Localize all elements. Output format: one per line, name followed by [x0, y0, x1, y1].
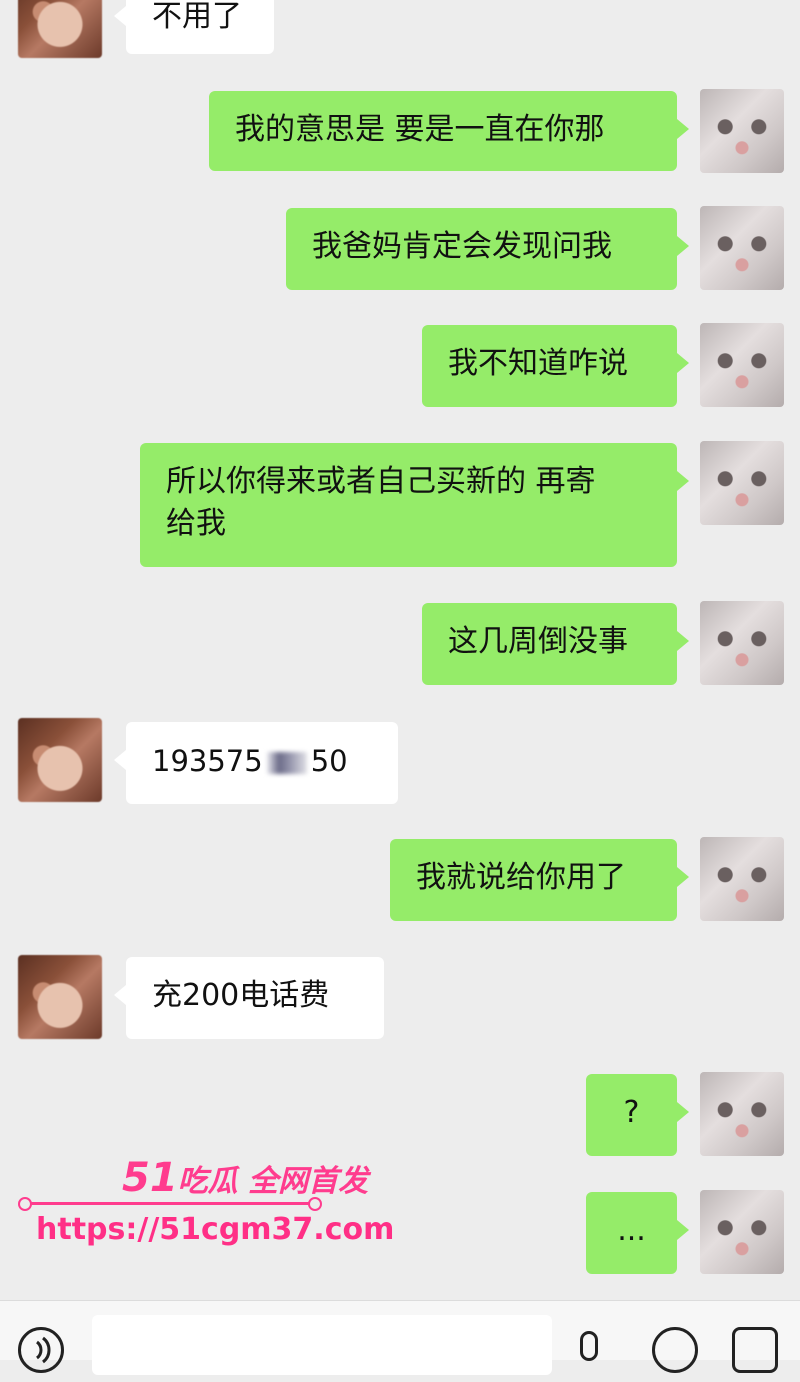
- my-avatar[interactable]: [700, 837, 784, 921]
- my-avatar[interactable]: [700, 323, 784, 407]
- redaction-mask: [266, 752, 307, 774]
- contact-avatar[interactable]: [18, 718, 102, 802]
- message-text: 我就说给你用了: [416, 860, 626, 895]
- sent-message-bubble[interactable]: 我的意思是 要是一直在你那: [209, 91, 689, 171]
- received-message-bubble[interactable]: 充200电话费: [114, 957, 384, 1039]
- sent-message-bubble[interactable]: 我爸妈肯定会发现问我: [286, 208, 689, 290]
- message-text-end: 50: [310, 744, 348, 778]
- watermark-number: 51: [122, 1155, 178, 1201]
- emoji-icon[interactable]: [652, 1327, 698, 1373]
- message-text: 我不知道咋说: [448, 346, 628, 381]
- mic-icon[interactable]: [580, 1331, 598, 1361]
- message-text-start: 193575: [152, 744, 263, 778]
- received-message-bubble[interactable]: 不用了: [114, 0, 274, 54]
- contact-avatar[interactable]: [18, 955, 102, 1039]
- message-text-line-2: 给我: [166, 506, 226, 541]
- voice-icon-glyph: [35, 1336, 51, 1364]
- my-avatar[interactable]: [700, 206, 784, 290]
- sent-message-bubble[interactable]: ...: [586, 1192, 689, 1274]
- message-text: ...: [617, 1213, 646, 1248]
- contact-avatar[interactable]: [18, 0, 102, 58]
- my-avatar[interactable]: [700, 601, 784, 685]
- message-text-line-1: 所以你得来或者自己买新的 再寄: [166, 464, 596, 499]
- my-avatar[interactable]: [700, 1072, 784, 1156]
- watermark-brand: 51吃瓜 全网首发: [122, 1158, 368, 1202]
- watermark-url: https://51cgm37.com: [36, 1212, 395, 1247]
- my-avatar[interactable]: [700, 89, 784, 173]
- watermark: 51吃瓜 全网首发 https://51cgm37.com: [18, 1158, 394, 1258]
- sent-message-bubble[interactable]: ?: [586, 1074, 689, 1156]
- message-text: 我爸妈肯定会发现问我: [312, 229, 612, 264]
- my-avatar[interactable]: [700, 441, 784, 525]
- message-text: 不用了: [152, 0, 242, 34]
- message-text: 这几周倒没事: [448, 624, 628, 659]
- watermark-dot: [18, 1197, 32, 1211]
- sent-message-bubble[interactable]: 我就说给你用了: [390, 839, 689, 921]
- received-message-bubble[interactable]: 193575 50: [114, 722, 398, 804]
- watermark-brand-text: 吃瓜 全网首发: [177, 1164, 369, 1199]
- sent-message-bubble[interactable]: 所以你得来或者自己买新的 再寄 给我: [140, 443, 689, 567]
- my-avatar[interactable]: [700, 1190, 784, 1274]
- watermark-line: [22, 1202, 312, 1205]
- watermark-dot: [308, 1197, 322, 1211]
- message-text: 我的意思是 要是一直在你那: [235, 112, 605, 147]
- more-icon[interactable]: [732, 1327, 778, 1373]
- input-bar: [0, 1300, 800, 1375]
- voice-icon[interactable]: [18, 1327, 64, 1373]
- message-text: ?: [623, 1095, 640, 1130]
- sent-message-bubble[interactable]: 这几周倒没事: [422, 603, 689, 685]
- chat-area[interactable]: 不用了 我的意思是 要是一直在你那 我爸妈肯定会发现问我 我不知道咋说 所以你得…: [0, 0, 800, 1300]
- message-text: 充200电话费: [152, 978, 330, 1013]
- message-input[interactable]: [92, 1315, 552, 1375]
- sent-message-bubble[interactable]: 我不知道咋说: [422, 325, 689, 407]
